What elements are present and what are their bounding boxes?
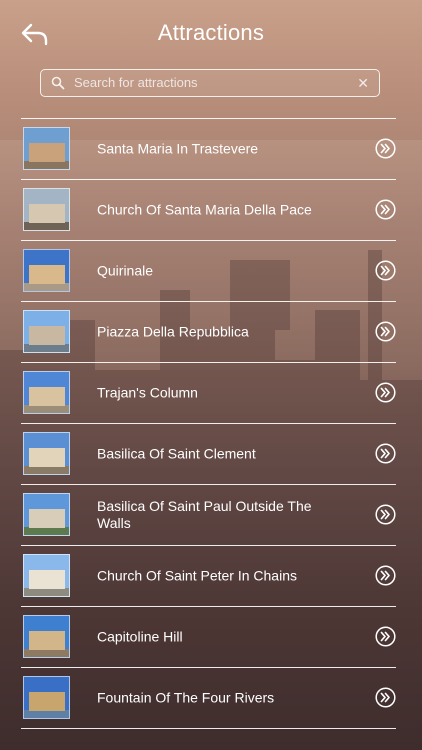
attraction-name: Quirinale xyxy=(97,262,154,279)
search-bar[interactable]: ✕ xyxy=(40,69,380,97)
attraction-thumbnail xyxy=(23,676,70,719)
attraction-name: Basilica Of Saint Clement xyxy=(97,445,256,462)
header: Attractions xyxy=(0,0,422,66)
list-item[interactable]: Basilica Of Saint Paul Outside The Walls xyxy=(21,484,396,545)
list-item[interactable]: Church Of Saint Peter In Chains xyxy=(21,545,396,606)
list-item[interactable]: Piazza Della Repubblica xyxy=(21,301,396,362)
attraction-name: Trajan's Column xyxy=(97,384,198,401)
double-chevron-right-icon[interactable] xyxy=(375,260,396,281)
double-chevron-right-icon[interactable] xyxy=(375,199,396,220)
double-chevron-right-icon[interactable] xyxy=(375,687,396,708)
attraction-thumbnail xyxy=(23,310,70,353)
attraction-name: Capitoline Hill xyxy=(97,628,183,645)
attraction-name: Basilica Of Saint Paul Outside The Walls xyxy=(97,498,312,531)
attraction-name: Santa Maria In Trastevere xyxy=(97,140,259,157)
attraction-name: Church Of Santa Maria Della Pace xyxy=(97,201,312,218)
list-item[interactable]: Trajan's Column xyxy=(21,362,396,423)
attraction-thumbnail xyxy=(23,554,70,597)
attraction-name: Church Of Saint Peter In Chains xyxy=(97,567,297,584)
attraction-thumbnail xyxy=(23,127,70,170)
attraction-name: Piazza Della Repubblica xyxy=(97,323,249,340)
list-item[interactable]: Church Of Santa Maria Della Pace xyxy=(21,179,396,240)
attraction-thumbnail xyxy=(23,615,70,658)
double-chevron-right-icon[interactable] xyxy=(375,626,396,647)
double-chevron-right-icon[interactable] xyxy=(375,138,396,159)
attraction-thumbnail xyxy=(23,432,70,475)
search-icon xyxy=(51,76,65,90)
attraction-thumbnail xyxy=(23,493,70,536)
page-title: Attractions xyxy=(157,20,265,45)
attraction-name: Fountain Of The Four Rivers xyxy=(97,689,275,706)
double-chevron-right-icon[interactable] xyxy=(375,565,396,586)
attraction-thumbnail xyxy=(23,188,70,231)
double-chevron-right-icon[interactable] xyxy=(375,321,396,342)
double-chevron-right-icon[interactable] xyxy=(375,443,396,464)
search-input[interactable] xyxy=(74,70,344,95)
attraction-thumbnail xyxy=(23,249,70,292)
list-item[interactable]: Basilica Of Saint Clement xyxy=(21,423,396,484)
clear-icon[interactable]: ✕ xyxy=(357,75,369,91)
list-item[interactable]: Fountain Of The Four Rivers xyxy=(21,667,396,729)
attractions-list: Santa Maria In Trastevere Church Of Santa… xyxy=(21,118,396,729)
list-item[interactable]: Quirinale xyxy=(21,240,396,301)
double-chevron-right-icon[interactable] xyxy=(375,382,396,403)
list-item[interactable]: Santa Maria In Trastevere xyxy=(21,118,396,179)
double-chevron-right-icon[interactable] xyxy=(375,504,396,525)
list-item[interactable]: Capitoline Hill xyxy=(21,606,396,667)
attraction-thumbnail xyxy=(23,371,70,414)
